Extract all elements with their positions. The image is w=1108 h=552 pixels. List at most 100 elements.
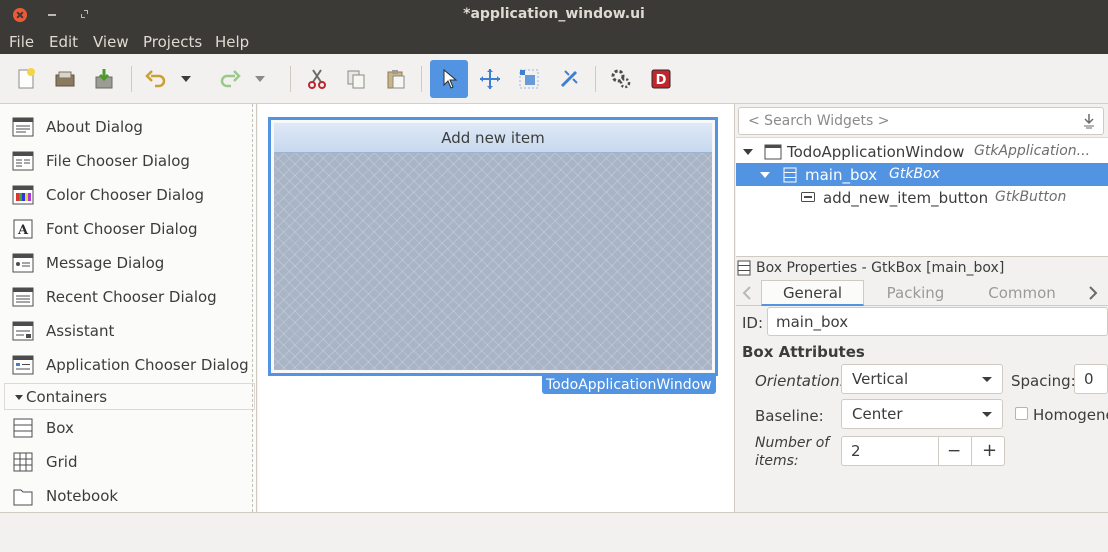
id-value: main_box: [776, 313, 849, 331]
tab-common[interactable]: Common: [967, 280, 1077, 306]
app-chooser-icon: [12, 355, 34, 375]
todo-application-window-preview[interactable]: Add new item: [268, 117, 718, 376]
paste-icon[interactable]: [378, 61, 414, 97]
expander-arrow-icon[interactable]: [760, 172, 770, 178]
svg-text:D: D: [656, 73, 667, 88]
align-icon[interactable]: [551, 61, 587, 97]
toolbar-separator: [421, 66, 422, 92]
palette-section-containers[interactable]: Containers: [4, 383, 255, 410]
message-dialog-icon: [12, 253, 34, 273]
preferences-icon[interactable]: [603, 61, 639, 97]
palette-item-application-chooser-dialog[interactable]: Application Chooser Dialog: [0, 348, 255, 382]
font-chooser-icon: A: [13, 219, 33, 239]
add-new-item-button-preview[interactable]: Add new item: [274, 123, 712, 153]
toolbar: D: [0, 54, 1108, 104]
color-chooser-icon: [12, 185, 34, 205]
properties-tabs: General Packing Common: [736, 280, 1108, 306]
margin-icon[interactable]: [511, 61, 547, 97]
tree-row-todo-application-window[interactable]: TodoApplicationWindow GtkApplication...: [736, 140, 1108, 163]
tree-item-class: GtkBox: [889, 166, 940, 182]
chevron-right-icon[interactable]: [1086, 285, 1100, 301]
select-pointer-icon[interactable]: [430, 60, 468, 98]
tree-item-class: GtkApplication...: [974, 143, 1091, 159]
main-box-preview[interactable]: Add new item: [274, 123, 712, 370]
save-icon[interactable]: [86, 61, 122, 97]
drag-resize-icon[interactable]: [472, 61, 508, 97]
homogeneous-checkbox[interactable]: [1015, 407, 1028, 420]
increment-button[interactable]: +: [982, 440, 997, 461]
baseline-value: Center: [852, 405, 903, 423]
button-icon: [801, 192, 815, 202]
palette-item-grid[interactable]: Grid: [0, 445, 255, 479]
properties-header: Box Properties - GtkBox [main_box]: [736, 258, 1108, 280]
tree-item-name: main_box: [805, 166, 878, 184]
palette-item-color-chooser-dialog[interactable]: Color Chooser Dialog: [0, 178, 255, 212]
palette-item-about-dialog[interactable]: About Dialog: [0, 110, 255, 144]
palette-item-box[interactable]: Box: [0, 411, 255, 445]
decrement-button[interactable]: −: [947, 441, 961, 461]
design-canvas[interactable]: Add new item TodoApplicationWindow: [258, 104, 735, 512]
menu-view[interactable]: View: [93, 33, 129, 51]
palette-item-recent-chooser-dialog[interactable]: Recent Chooser Dialog: [0, 280, 255, 314]
expander-arrow-icon: [15, 395, 23, 400]
widget-palette: About Dialog File Chooser Dialog Color C…: [0, 104, 257, 512]
status-bar: [0, 512, 1108, 552]
palette-item-font-chooser-dialog[interactable]: A Font Chooser Dialog: [0, 212, 255, 246]
menu-help[interactable]: Help: [215, 33, 249, 51]
palette-item-label: About Dialog: [46, 118, 143, 136]
number-of-items-spinner[interactable]: 2 − +: [841, 436, 1005, 466]
palette-item-label: Box: [46, 419, 74, 437]
devhelp-icon[interactable]: D: [643, 61, 679, 97]
redo-icon[interactable]: [212, 61, 248, 97]
box-icon: [13, 418, 33, 438]
notebook-icon: [13, 489, 33, 506]
undo-dropdown-icon[interactable]: [176, 61, 196, 97]
id-label: ID:: [742, 314, 764, 332]
palette-item-assistant[interactable]: Assistant: [0, 314, 255, 348]
tab-packing[interactable]: Packing: [864, 280, 967, 306]
menu-edit[interactable]: Edit: [49, 33, 78, 51]
grid-icon: [13, 452, 33, 472]
tree-item-name: add_new_item_button: [823, 189, 989, 207]
palette-item-message-dialog[interactable]: Message Dialog: [0, 246, 255, 280]
menu-bar: File Edit View Projects Help: [0, 30, 1108, 54]
tree-row-add-new-item-button[interactable]: add_new_item_button GtkButton: [736, 186, 1108, 209]
search-widgets-input[interactable]: < Search Widgets >: [738, 107, 1104, 135]
toolbar-separator: [595, 66, 596, 92]
menu-file[interactable]: File: [9, 33, 34, 51]
palette-item-label: Assistant: [46, 322, 115, 340]
tree-row-main-box[interactable]: main_box GtkBox: [736, 163, 1108, 186]
widget-tree: TodoApplicationWindow GtkApplication... …: [736, 137, 1108, 257]
homogeneous-label: Homogene: [1033, 406, 1108, 424]
undo-icon[interactable]: [138, 61, 174, 97]
expander-arrow-icon[interactable]: [743, 149, 753, 155]
palette-item-label: Grid: [46, 453, 78, 471]
title-bar: *application_window.ui: [0, 0, 1108, 30]
orientation-dropdown[interactable]: Vertical: [841, 364, 1003, 394]
palette-item-label: Notebook: [46, 487, 119, 505]
number-of-items-label-line1: Number of: [755, 435, 830, 451]
search-options-icon[interactable]: [1081, 113, 1097, 129]
toolbar-separator: [131, 66, 132, 92]
copy-icon[interactable]: [338, 61, 374, 97]
palette-item-label: Application Chooser Dialog: [46, 356, 249, 374]
spacing-field[interactable]: 0: [1074, 364, 1108, 394]
palette-item-notebook[interactable]: Notebook: [0, 479, 255, 513]
redo-dropdown-icon[interactable]: [250, 61, 270, 97]
id-field[interactable]: main_box: [767, 307, 1108, 336]
orientation-value: Vertical: [852, 370, 909, 388]
palette-item-file-chooser-dialog[interactable]: File Chooser Dialog: [0, 144, 255, 178]
chevron-left-icon[interactable]: [740, 285, 754, 301]
palette-item-label: Color Chooser Dialog: [46, 186, 205, 204]
cut-icon[interactable]: [299, 61, 335, 97]
window-title: *application_window.ui: [463, 6, 645, 22]
menu-projects[interactable]: Projects: [143, 33, 202, 51]
tab-general[interactable]: General: [761, 280, 864, 306]
open-icon[interactable]: [47, 61, 83, 97]
box-icon: [783, 167, 797, 183]
inspector-panel: < Search Widgets > TodoApplicationWindow…: [736, 104, 1108, 512]
new-file-icon[interactable]: [8, 61, 44, 97]
window-icon: [764, 144, 782, 160]
baseline-dropdown[interactable]: Center: [841, 399, 1003, 429]
number-of-items-label-line2: items:: [755, 453, 799, 469]
